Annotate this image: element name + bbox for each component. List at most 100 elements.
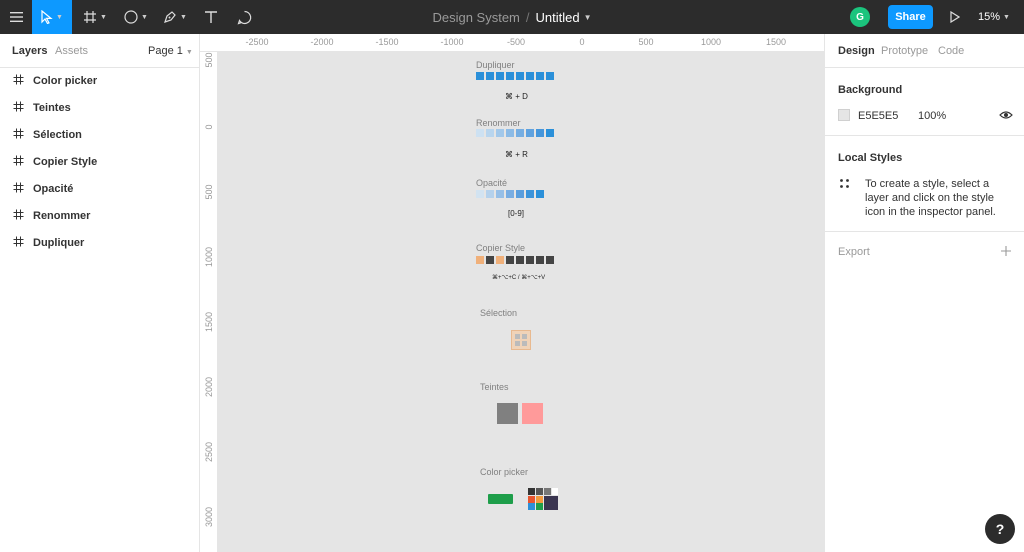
page-selector[interactable]: Page 1 ▼ bbox=[148, 45, 193, 57]
export-section-title: Export bbox=[838, 246, 870, 258]
local-styles-info: To create a style, select a layer and cl… bbox=[865, 178, 996, 218]
inspector-tabs: Design Prototype Code bbox=[825, 34, 1024, 68]
color-square bbox=[506, 129, 514, 137]
color-square bbox=[526, 72, 534, 80]
ruler-label: 1000 bbox=[204, 246, 214, 268]
layer-label: Dupliquer bbox=[33, 237, 85, 249]
avatar[interactable]: G bbox=[850, 7, 870, 27]
frame-title-teintes[interactable]: Teintes bbox=[480, 382, 509, 392]
ruler-label: 0 bbox=[579, 37, 585, 47]
layer-item[interactable]: Dupliquer bbox=[0, 230, 200, 256]
chevron-down-icon[interactable]: ▼ bbox=[584, 13, 592, 22]
color-square bbox=[536, 488, 543, 495]
layer-item[interactable]: Sélection bbox=[0, 122, 200, 148]
layer-label: Copier Style bbox=[33, 156, 98, 168]
project-name[interactable]: Design System bbox=[432, 10, 519, 25]
chevron-down-icon: ▼ bbox=[100, 13, 107, 21]
color-square bbox=[546, 129, 554, 137]
comment-tool-icon[interactable] bbox=[230, 0, 258, 34]
frame-title-color-picker[interactable]: Color picker bbox=[480, 467, 528, 477]
color-square bbox=[506, 190, 514, 198]
color-square bbox=[476, 256, 484, 264]
file-name[interactable]: Untitled bbox=[536, 10, 580, 25]
text-tool-icon[interactable] bbox=[198, 0, 224, 34]
tab-layers[interactable]: Layers bbox=[12, 45, 47, 57]
layer-item[interactable]: Renommer bbox=[0, 203, 200, 229]
pen-tool-icon bbox=[163, 10, 177, 24]
color-square bbox=[486, 129, 494, 137]
color-square bbox=[544, 488, 551, 495]
frame-tool-button[interactable]: ▼ bbox=[78, 0, 112, 34]
menu-icon[interactable] bbox=[0, 0, 32, 34]
tab-prototype[interactable]: Prototype bbox=[881, 45, 928, 57]
ruler-label: 500 bbox=[204, 52, 214, 68]
color-square bbox=[528, 496, 535, 503]
color-square bbox=[544, 496, 558, 510]
frame-icon bbox=[13, 236, 25, 250]
color-square bbox=[528, 488, 535, 495]
tab-assets[interactable]: Assets bbox=[55, 45, 88, 57]
background-opacity-input[interactable]: 100% bbox=[918, 110, 946, 122]
color-square bbox=[526, 256, 534, 264]
ruler-label: 500 bbox=[204, 184, 214, 200]
frame-icon bbox=[13, 128, 25, 142]
layer-item[interactable]: Opacité bbox=[0, 176, 200, 202]
color-square bbox=[486, 256, 494, 264]
background-color-swatch[interactable] bbox=[838, 109, 850, 121]
styles-grid-icon bbox=[840, 179, 849, 191]
frame-title-selection[interactable]: Sélection bbox=[480, 308, 517, 318]
frame-title-renommer[interactable]: Renommer bbox=[476, 118, 521, 128]
frame-title-copier-style[interactable]: Copier Style bbox=[476, 243, 525, 253]
inspector-panel: Design Prototype Code Background E5E5E5 … bbox=[824, 34, 1024, 552]
breadcrumb-separator: / bbox=[525, 9, 530, 25]
ruler-label: -2500 bbox=[245, 37, 269, 47]
color-square bbox=[516, 256, 524, 264]
help-button[interactable]: ? bbox=[985, 514, 1015, 544]
shape-tool-button[interactable]: ▼ bbox=[118, 0, 154, 34]
divider bbox=[825, 135, 1024, 136]
frame-icon bbox=[13, 101, 25, 115]
selection-cell bbox=[515, 334, 520, 339]
color-square bbox=[476, 129, 484, 137]
pen-tool-button[interactable]: ▼ bbox=[158, 0, 192, 34]
color-square bbox=[546, 72, 554, 80]
layer-item[interactable]: Copier Style bbox=[0, 149, 200, 175]
chevron-down-icon: ▼ bbox=[141, 13, 148, 21]
frame-title-opacite[interactable]: Opacité bbox=[476, 178, 507, 188]
layer-item[interactable]: Color picker bbox=[0, 68, 200, 94]
color-square bbox=[497, 403, 518, 424]
color-bar bbox=[488, 494, 513, 504]
color-square bbox=[526, 129, 534, 137]
shortcut-caption: [0-9] bbox=[508, 209, 525, 218]
ruler-label: -500 bbox=[506, 37, 526, 47]
ruler-label: -1500 bbox=[375, 37, 399, 47]
ruler-vertical: 500 0 500 1000 1500 2000 2500 3000 bbox=[200, 52, 218, 552]
color-square bbox=[486, 72, 494, 80]
left-panel-tabs: Layers Assets Page 1 ▼ bbox=[0, 34, 199, 68]
play-icon[interactable] bbox=[944, 0, 966, 34]
share-button[interactable]: Share bbox=[888, 5, 933, 29]
move-tool-button[interactable]: ▼ bbox=[32, 0, 72, 34]
zoom-value: 15% bbox=[978, 11, 1001, 23]
tab-design[interactable]: Design bbox=[838, 45, 875, 57]
color-square bbox=[536, 129, 544, 137]
color-square bbox=[486, 190, 494, 198]
selection-cell bbox=[522, 341, 527, 346]
add-export-icon[interactable] bbox=[1001, 246, 1011, 259]
eye-icon[interactable] bbox=[999, 110, 1013, 123]
background-hex-input[interactable]: E5E5E5 bbox=[858, 110, 898, 122]
frame-icon bbox=[13, 155, 25, 169]
tab-code[interactable]: Code bbox=[938, 45, 964, 57]
color-square bbox=[528, 503, 535, 510]
page-name: Page 1 bbox=[148, 45, 183, 57]
layer-item[interactable]: Teintes bbox=[0, 95, 200, 121]
color-square bbox=[476, 72, 484, 80]
canvas[interactable]: Dupliquer ⌘ + D Renommer ⌘ + R Opacité [… bbox=[218, 52, 824, 552]
color-square bbox=[536, 496, 543, 503]
zoom-dropdown[interactable]: 15% ▼ bbox=[978, 0, 1010, 34]
layer-label: Sélection bbox=[33, 129, 82, 141]
color-palette bbox=[528, 488, 558, 510]
color-square bbox=[506, 256, 514, 264]
layer-label: Teintes bbox=[33, 102, 71, 114]
frame-title-dupliquer[interactable]: Dupliquer bbox=[476, 60, 515, 70]
